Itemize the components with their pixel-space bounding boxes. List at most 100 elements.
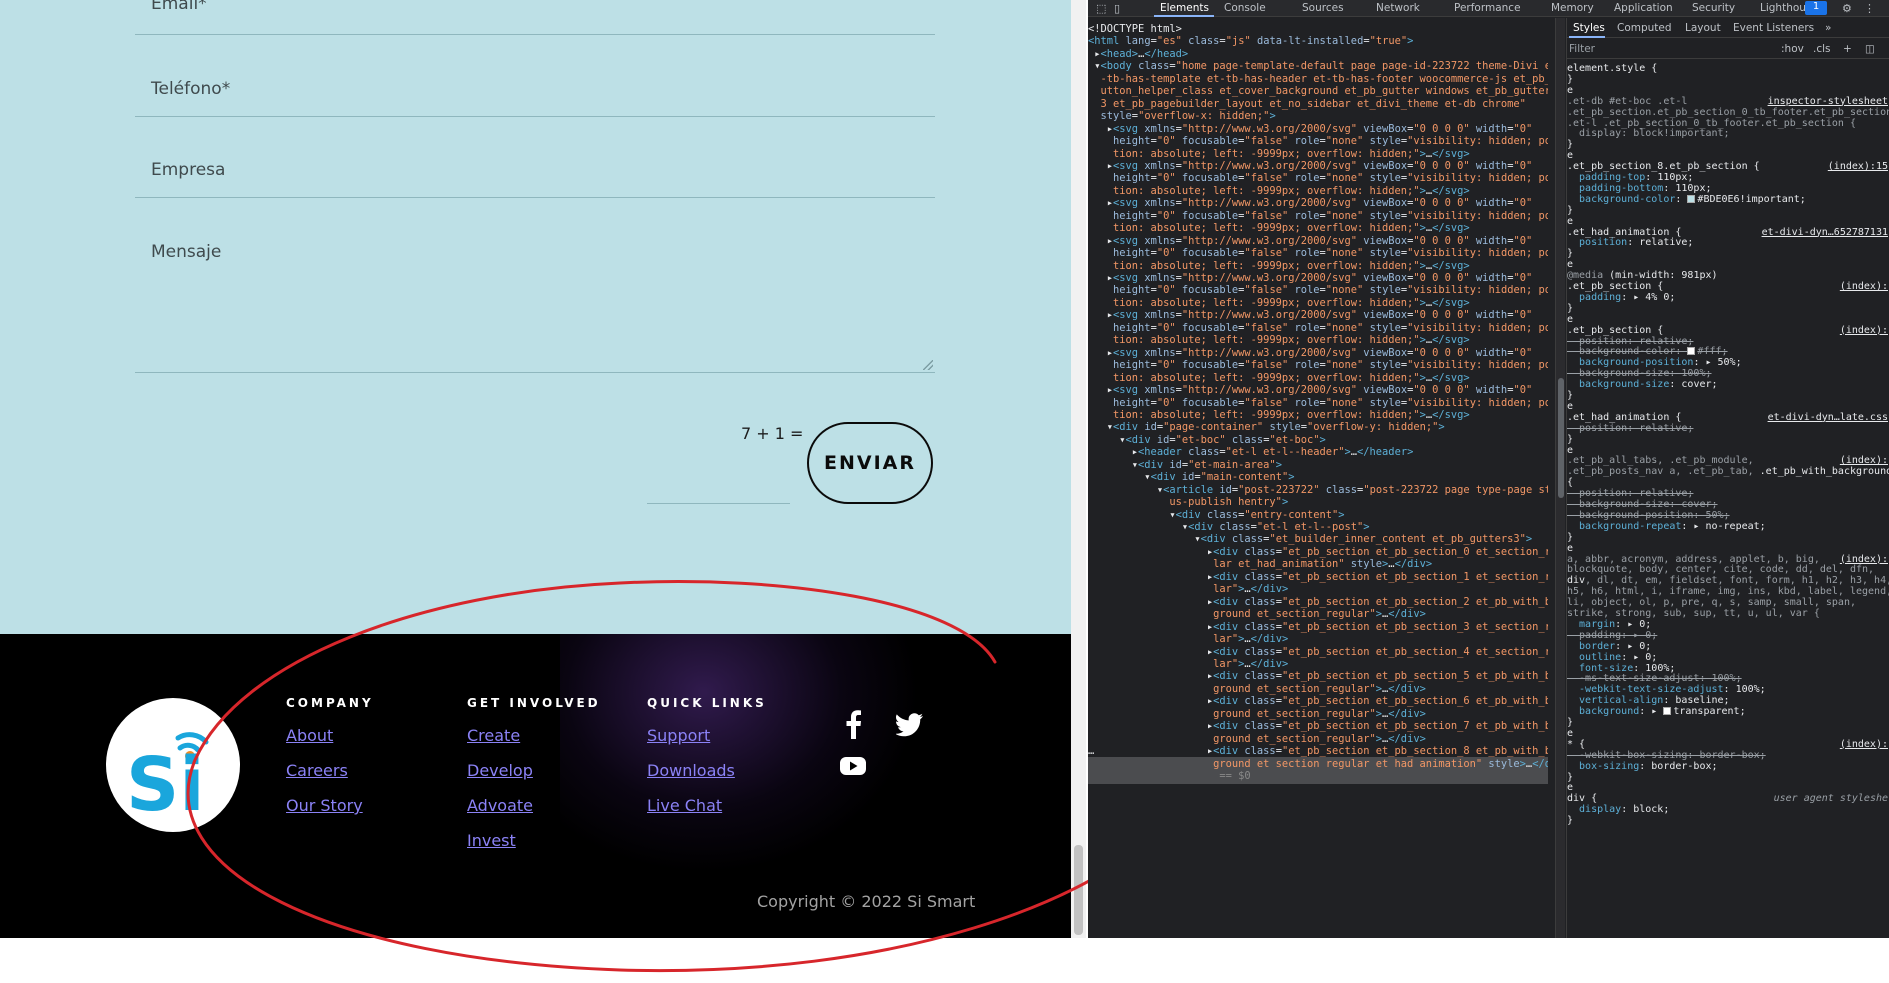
dom-token: "0 0 0 0" (1413, 272, 1470, 284)
dom-token: "false" (1244, 247, 1289, 260)
styles-filter-input[interactable] (1569, 41, 1769, 57)
footer-link-develop[interactable]: Develop (467, 761, 601, 796)
footer-link-advoate[interactable]: Advoate (467, 796, 601, 831)
color-swatch-icon[interactable] (1687, 347, 1696, 356)
page-scrollbar[interactable] (1071, 0, 1086, 938)
dom-token: "false" (1244, 209, 1289, 222)
dom-token: <head> (1100, 47, 1139, 60)
page-scrollbar-thumb[interactable] (1074, 845, 1083, 935)
dom-token: "visibility: hidden; posi (1407, 321, 1548, 334)
dom-token: "0 0 0 0" (1413, 122, 1470, 135)
hover-state-button[interactable]: :hov (1781, 43, 1804, 55)
dom-token: "0" (1156, 359, 1176, 372)
tab-performance[interactable]: Performance (1454, 2, 1521, 14)
dom-scrollbar-thumb[interactable] (1558, 378, 1564, 498)
facebook-icon[interactable] (843, 709, 863, 739)
color-swatch-icon[interactable] (1663, 707, 1672, 716)
dom-token: </head> (1144, 47, 1189, 60)
dom-token: </svg> (1432, 259, 1470, 272)
dom-token: <div (1213, 545, 1245, 558)
captcha-question: 7 + 1 = (741, 424, 804, 443)
dom-token: tion: absolute; left: -9999px; overflow:… (1088, 222, 1420, 235)
footer-link-create[interactable]: Create (467, 726, 601, 761)
dom-token: "entry-content" (1244, 508, 1339, 521)
captcha-input[interactable] (647, 470, 790, 504)
dom-token: xmlns (1144, 384, 1176, 397)
dom-token: <!DOCTYPE html> (1088, 23, 1182, 35)
dom-token: tion: absolute; left: -9999px; overflow:… (1088, 408, 1420, 421)
dom-token: "0" (1156, 135, 1176, 148)
dom-token: <body (1100, 60, 1139, 73)
footer-link-about[interactable]: About (286, 726, 374, 761)
dom-token: <div (1138, 458, 1170, 471)
dom-token: <svg (1113, 272, 1145, 284)
active-tab-indicator (1154, 15, 1214, 17)
phone-field[interactable]: Teléfono* (135, 60, 935, 117)
footer-link-live-chat[interactable]: Live Chat (647, 796, 767, 831)
footer-link-support[interactable]: Support (647, 726, 767, 761)
css-rule-line[interactable]: } (1567, 814, 1889, 827)
device-toolbar-icon[interactable]: ▯ (1114, 2, 1126, 15)
inspect-element-icon[interactable]: ⬚ (1096, 2, 1108, 15)
computed-sidebar-icon[interactable]: ◫ (1865, 43, 1875, 55)
dom-token: "visibility: hidden; posi (1407, 209, 1548, 222)
contact-form-section: Email* Teléfono* Empresa Mensaje 7 + 1 =… (0, 0, 1071, 634)
twitter-icon[interactable] (896, 712, 924, 738)
footer-link-careers[interactable]: Careers (286, 761, 374, 796)
dom-token: <div (1213, 645, 1245, 658)
dom-token: "overflow-y: hidden;" (1307, 421, 1439, 434)
color-swatch-icon[interactable] (1687, 194, 1696, 203)
dom-token: "et_pb_section et_pb_section_4 et_sectio… (1281, 645, 1548, 658)
dom-token: "none" (1325, 321, 1364, 334)
tab-sources[interactable]: Sources (1302, 2, 1344, 14)
settings-icon[interactable]: ⚙ (1842, 2, 1854, 15)
youtube-icon[interactable] (839, 755, 867, 777)
dom-tree-pane[interactable]: <!DOCTYPE html> <html lang="es" class="js… (1088, 18, 1555, 938)
styles-pane: Styles Computed Layout Event Listeners »… (1566, 18, 1889, 938)
footer-heading-get-involved: GET INVOLVED (467, 696, 601, 710)
class-toggle-button[interactable]: .cls (1813, 43, 1831, 55)
message-field[interactable]: Mensaje (135, 222, 935, 373)
dom-token: "0" (1156, 396, 1176, 409)
tab-console[interactable]: Console (1224, 2, 1266, 14)
new-rule-button[interactable]: + (1843, 43, 1852, 55)
dom-token: height (1088, 135, 1151, 148)
send-button[interactable]: ENVIAR (807, 422, 933, 504)
footer-link-downloads[interactable]: Downloads (647, 761, 767, 796)
tab-application[interactable]: Application (1614, 2, 1673, 14)
more-options-icon[interactable]: ⋮ (1864, 2, 1876, 15)
tab-styles[interactable]: Styles (1573, 22, 1605, 34)
tab-security[interactable]: Security (1692, 2, 1735, 14)
dom-token: focusable (1175, 209, 1239, 222)
tab-event-listeners[interactable]: Event Listeners (1733, 22, 1814, 34)
tab-memory[interactable]: Memory (1551, 2, 1594, 14)
dom-token: <div (1200, 533, 1232, 546)
footer-link-invest[interactable]: Invest (467, 831, 601, 866)
dom-token: height (1088, 359, 1151, 372)
tab-layout[interactable]: Layout (1685, 22, 1721, 34)
dom-token: "none" (1325, 172, 1364, 185)
dom-token: "es" (1156, 35, 1182, 48)
si-smart-logo[interactable]: Si (106, 698, 240, 832)
dom-token: "et_pb_section et_pb_section_6 et_pb_wit… (1281, 695, 1548, 708)
dom-token: "true" (1369, 35, 1408, 48)
dom-node-line[interactable]: == $0 (1088, 769, 1548, 784)
tab-computed[interactable]: Computed (1617, 22, 1672, 34)
dom-token: ▾ (1088, 471, 1151, 484)
resize-handle-icon[interactable] (923, 360, 933, 370)
dom-token: ▾ (1088, 521, 1189, 533)
dom-token: class (1244, 545, 1276, 558)
email-field[interactable]: Email* (135, 0, 935, 35)
dom-scrollbar[interactable] (1555, 18, 1565, 938)
dom-token: "et_pb_section et_pb_section_8 et_pb_wit… (1281, 745, 1548, 758)
dom-token: role (1288, 396, 1320, 409)
footer-link-our-story[interactable]: Our Story (286, 796, 374, 831)
company-field[interactable]: Empresa (135, 141, 935, 198)
tab-network[interactable]: Network (1376, 2, 1420, 14)
issues-badge[interactable]: 1 (1805, 1, 1827, 15)
tab-elements[interactable]: Elements (1160, 2, 1209, 14)
dom-token: ▸ (1088, 446, 1139, 459)
more-tabs-icon[interactable]: » (1825, 22, 1831, 34)
dom-token: <div (1213, 695, 1245, 708)
dom-token: "overflow-x: hidden;" (1138, 110, 1270, 123)
